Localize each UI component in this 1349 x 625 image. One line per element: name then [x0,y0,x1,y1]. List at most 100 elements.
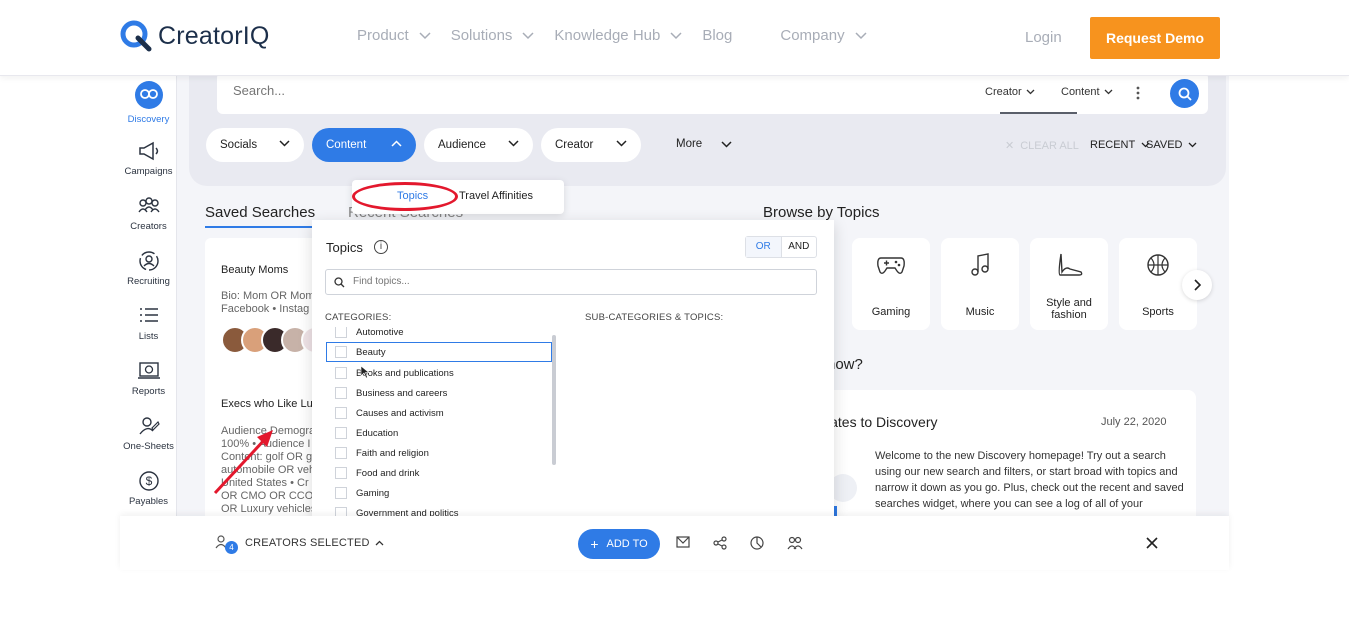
chevron-right-icon [1194,279,1201,291]
kebab-menu-icon[interactable] [1135,86,1141,100]
share-icon[interactable] [713,536,727,550]
sidebar-item-reports[interactable]: Reports [120,360,177,397]
topic-label: Gaming [871,306,911,318]
categories-label: CATEGORIES: [325,312,392,323]
creators-selected-label: CREATORS SELECTED [245,537,370,549]
nav-company[interactable]: Company [780,27,867,44]
recent-dropdown[interactable]: RECENT [1090,139,1150,151]
recruit-icon [138,251,159,271]
topics-next-button[interactable] [1182,270,1212,300]
saved-dropdown[interactable]: SAVED [1146,139,1197,151]
sidebar-item-label: One-Sheets [123,441,174,452]
nav-knowledge-hub[interactable]: Knowledge Hub [554,27,682,44]
clear-all-button[interactable]: ✕ CLEAR ALL [1005,139,1079,152]
info-icon[interactable]: i [374,240,388,254]
checkbox[interactable] [335,467,347,479]
submenu-topics[interactable]: Topics [397,190,428,202]
category-label: Books and publications [356,367,454,379]
search-icon [1178,87,1192,101]
top-nav: CreatorIQ Product Solutions Knowledge Hu… [0,0,1349,76]
checkbox[interactable] [335,407,347,419]
close-icon: ✕ [1005,140,1015,152]
search-bar: Creator Content [217,76,1208,114]
analytics-icon[interactable] [750,536,764,550]
checkbox[interactable] [335,447,347,459]
filter-more[interactable]: More [676,138,732,150]
checkbox[interactable] [335,487,347,499]
filter-audience[interactable]: Audience [424,128,533,162]
onesheet-icon [138,417,160,435]
filter-creator[interactable]: Creator [541,128,641,162]
search-input[interactable] [233,83,833,98]
category-business[interactable]: Business and careers [327,383,553,403]
sidebar: Discovery Campaigns Creators Recruiting … [120,76,177,516]
search-button[interactable] [1170,79,1199,108]
category-beauty[interactable]: Beauty [326,342,552,362]
login-link[interactable]: Login [1025,29,1062,46]
category-label: Beauty [356,346,386,358]
filter-content-label: Content [326,139,367,151]
sidebar-item-discovery[interactable]: Discovery [120,81,177,125]
checkbox[interactable] [335,367,347,379]
sidebar-item-creators[interactable]: Creators [120,195,177,232]
news-date: July 22, 2020 [1101,416,1167,428]
nav-blog[interactable]: Blog [702,27,732,44]
saved-search-detail: Facebook • Instag [221,303,310,315]
category-education[interactable]: Education [327,423,553,443]
checkbox[interactable] [335,427,347,439]
topic-card-gaming[interactable]: Gaming [852,238,930,330]
sidebar-item-lists[interactable]: Lists [120,305,177,342]
saved-search-detail: OR Luxury vehicles [221,503,317,515]
topic-card-music[interactable]: Music [941,238,1019,330]
filter-socials[interactable]: Socials [206,128,304,162]
saved-search-detail: Bio: Mom OR Mom [221,290,315,302]
nav-product-label: Product [357,27,409,44]
filter-content[interactable]: Content [312,128,416,162]
category-faith[interactable]: Faith and religion [327,443,553,463]
find-topics-input[interactable] [353,276,753,287]
creatoriq-logo[interactable]: CreatorIQ [120,20,270,52]
high-heel-icon [1058,253,1083,276]
sidebar-item-label: Payables [128,496,169,507]
and-button[interactable]: AND [782,237,817,257]
category-automotive[interactable]: Automotive [327,327,553,342]
nav-product[interactable]: Product [357,27,431,44]
saved-search-title[interactable]: Beauty Moms [221,264,288,276]
category-food[interactable]: Food and drink [327,463,553,483]
category-gaming[interactable]: Gaming [327,483,553,503]
tab-saved-searches[interactable]: Saved Searches [205,204,315,221]
search-tab-underline [1000,112,1077,114]
submenu-travel-affinities[interactable]: Travel Affinities [459,190,533,202]
checkbox[interactable] [335,346,347,358]
search-content-dropdown[interactable]: Content [1061,86,1113,98]
sidebar-item-recruiting[interactable]: Recruiting [120,250,177,287]
categories-scrollbar[interactable] [552,335,556,465]
sidebar-item-one-sheets[interactable]: One-Sheets [120,415,177,452]
search-creator-dropdown[interactable]: Creator [985,86,1035,98]
sidebar-item-label: Reports [131,386,166,397]
nav-solutions[interactable]: Solutions [451,27,535,44]
topic-card-style-fashion[interactable]: Style and fashion [1030,238,1108,330]
sidebar-item-campaigns[interactable]: Campaigns [120,140,177,177]
creators-selected-toggle[interactable]: CREATORS SELECTED [245,537,384,549]
group-icon[interactable] [787,536,803,550]
or-button[interactable]: OR [746,237,782,257]
checkbox[interactable] [335,327,347,338]
close-icon[interactable] [1145,536,1159,550]
category-causes[interactable]: Causes and activism [327,403,553,423]
chevron-down-icon [419,31,431,39]
browse-topics-title: Browse by Topics [763,204,880,221]
category-label: Faith and religion [356,447,429,459]
topic-label: Sports [1142,306,1174,318]
chevron-down-icon [670,31,682,39]
nav-knowledge-hub-label: Knowledge Hub [554,27,661,44]
app-frame: Discovery Campaigns Creators Recruiting … [120,76,1229,570]
nav-company-label: Company [780,27,845,44]
sidebar-item-payables[interactable]: $ Payables [120,470,177,507]
saved-search-title[interactable]: Execs who Like Lu [221,398,313,410]
add-to-button[interactable]: + ADD TO [578,529,660,559]
request-demo-button[interactable]: Request Demo [1090,17,1220,59]
clear-all-label: CLEAR ALL [1020,140,1079,152]
email-icon[interactable] [676,536,690,548]
checkbox[interactable] [335,387,347,399]
